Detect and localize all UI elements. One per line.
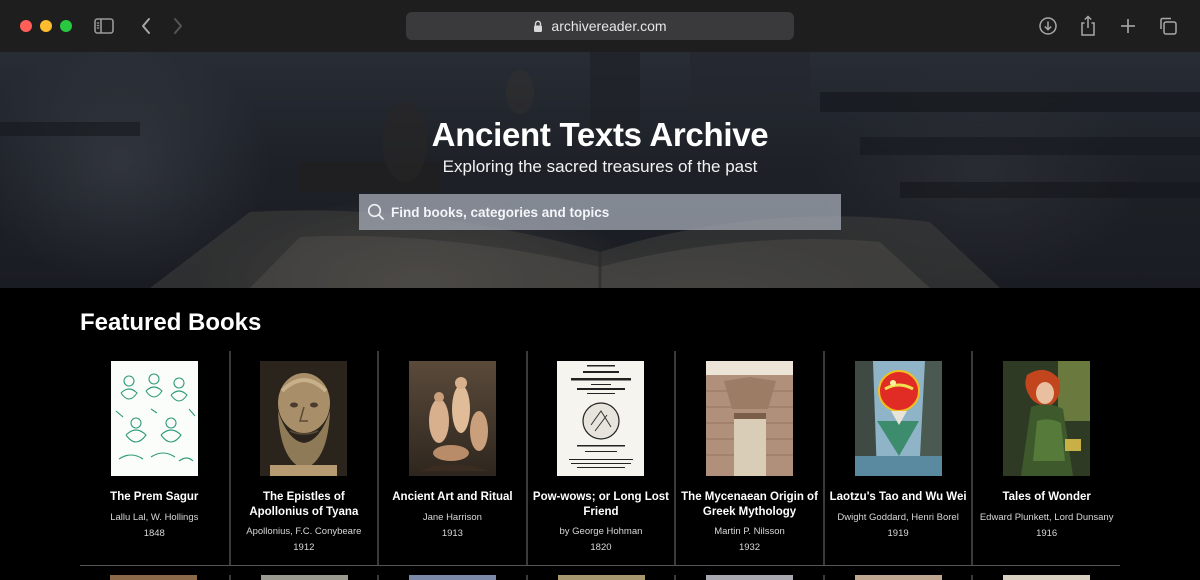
zoom-window-button[interactable] xyxy=(60,20,72,32)
book-card[interactable]: Pow-wows; or Long Lost Friend by George … xyxy=(525,351,675,565)
sidebar-icon xyxy=(94,18,114,34)
book-card[interactable] xyxy=(525,575,675,580)
book-year: 1912 xyxy=(293,542,315,553)
book-title[interactable]: The Prem Sagur xyxy=(84,490,224,505)
download-icon xyxy=(1039,17,1057,35)
book-title[interactable]: The Epistles of Apollonius of Tyana xyxy=(234,490,374,519)
book-card[interactable]: The Prem Sagur Lallu Lal, W. Hollings 18… xyxy=(80,351,229,565)
book-year: 1913 xyxy=(441,527,463,539)
window-controls xyxy=(20,20,72,32)
plus-icon xyxy=(1121,19,1135,33)
book-author: Edward Plunkett, Lord Dunsany xyxy=(979,511,1114,523)
book-cover-image[interactable] xyxy=(706,361,794,476)
book-card[interactable] xyxy=(80,575,229,580)
chevron-left-icon xyxy=(142,18,150,34)
book-cover-image[interactable] xyxy=(1003,575,1091,580)
book-title[interactable]: Tales of Wonder xyxy=(977,490,1117,505)
search-icon xyxy=(367,203,385,221)
featured-books-heading: Featured Books xyxy=(80,309,262,336)
book-cover-image[interactable] xyxy=(706,575,794,580)
browser-toolbar: archivereader.com xyxy=(0,0,1200,52)
book-title[interactable]: Ancient Art and Ritual xyxy=(382,490,522,505)
book-cover-image[interactable] xyxy=(557,361,645,476)
book-card[interactable]: Ancient Art and Ritual Jane Harrison 191… xyxy=(377,351,526,565)
book-author: by George Hohman xyxy=(559,526,643,537)
book-author: Apollonius, F.C. Conybeare xyxy=(246,526,362,537)
book-cover-image[interactable] xyxy=(260,361,348,476)
share-button[interactable] xyxy=(1076,14,1100,38)
hero-banner: Ancient Texts Archive Exploring the sacr… xyxy=(0,52,1200,288)
url-text: archivereader.com xyxy=(551,18,667,34)
book-author: Lallu Lal, W. Hollings xyxy=(110,511,199,523)
book-title[interactable]: Pow-wows; or Long Lost Friend xyxy=(531,490,671,519)
share-icon xyxy=(1081,15,1095,36)
book-card[interactable] xyxy=(822,575,972,580)
book-card[interactable]: The Mycenaean Origin of Greek Mythology … xyxy=(674,351,823,565)
book-cover-image[interactable] xyxy=(854,361,942,476)
back-button[interactable] xyxy=(134,14,158,38)
book-cover-image[interactable] xyxy=(260,575,348,580)
book-cover-image[interactable] xyxy=(409,575,497,580)
book-author: Martin P. Nilsson xyxy=(714,526,785,537)
forward-button[interactable] xyxy=(166,14,190,38)
book-title[interactable]: The Mycenaean Origin of Greek Mythology xyxy=(680,490,820,519)
book-year: 1932 xyxy=(738,542,761,553)
book-cover-image[interactable] xyxy=(408,361,496,476)
book-cover-image[interactable] xyxy=(110,575,197,580)
book-year: 1916 xyxy=(1036,527,1058,539)
downloads-button[interactable] xyxy=(1036,14,1060,38)
book-card[interactable] xyxy=(377,575,526,580)
tab-overview-button[interactable] xyxy=(1156,14,1180,38)
close-window-button[interactable] xyxy=(20,20,32,32)
chevron-right-icon xyxy=(174,18,182,34)
book-title[interactable]: Laotzu's Tao and Wu Wei xyxy=(828,490,968,505)
address-bar[interactable]: archivereader.com xyxy=(406,12,794,40)
search-bar[interactable] xyxy=(359,194,841,230)
book-card[interactable]: Tales of Wonder Edward Plunkett, Lord Du… xyxy=(971,351,1120,565)
book-year: 1848 xyxy=(143,527,165,539)
sidebar-toggle-button[interactable] xyxy=(92,14,116,38)
book-cover-image[interactable] xyxy=(557,575,645,580)
book-cover-image[interactable] xyxy=(110,361,198,476)
book-card[interactable]: The Epistles of Apollonius of Tyana Apol… xyxy=(228,351,378,565)
book-card[interactable]: Laotzu's Tao and Wu Wei Dwight Goddard, … xyxy=(822,351,972,565)
new-tab-button[interactable] xyxy=(1116,14,1140,38)
book-card[interactable] xyxy=(674,575,823,580)
hero-title: Ancient Texts Archive xyxy=(431,116,769,153)
book-card[interactable] xyxy=(228,575,378,580)
book-author: Jane Harrison xyxy=(422,511,482,523)
book-author: Dwight Goddard, Henri Borel xyxy=(837,511,959,523)
featured-books-row: The Prem Sagur Lallu Lal, W. Hollings 18… xyxy=(80,351,1120,565)
tabs-overview-icon xyxy=(1160,17,1177,35)
book-card[interactable] xyxy=(971,575,1120,580)
lock-icon xyxy=(534,20,543,32)
hero-subtitle: Exploring the sacred treasures of the pa… xyxy=(442,157,758,176)
book-year: 1919 xyxy=(887,527,909,539)
row-divider xyxy=(80,565,1120,566)
book-cover-image[interactable] xyxy=(854,575,942,580)
search-input[interactable] xyxy=(391,204,841,220)
featured-books-row-2 xyxy=(80,575,1120,580)
minimize-window-button[interactable] xyxy=(40,20,52,32)
book-year: 1820 xyxy=(590,542,612,553)
book-cover-image[interactable] xyxy=(1003,361,1091,476)
